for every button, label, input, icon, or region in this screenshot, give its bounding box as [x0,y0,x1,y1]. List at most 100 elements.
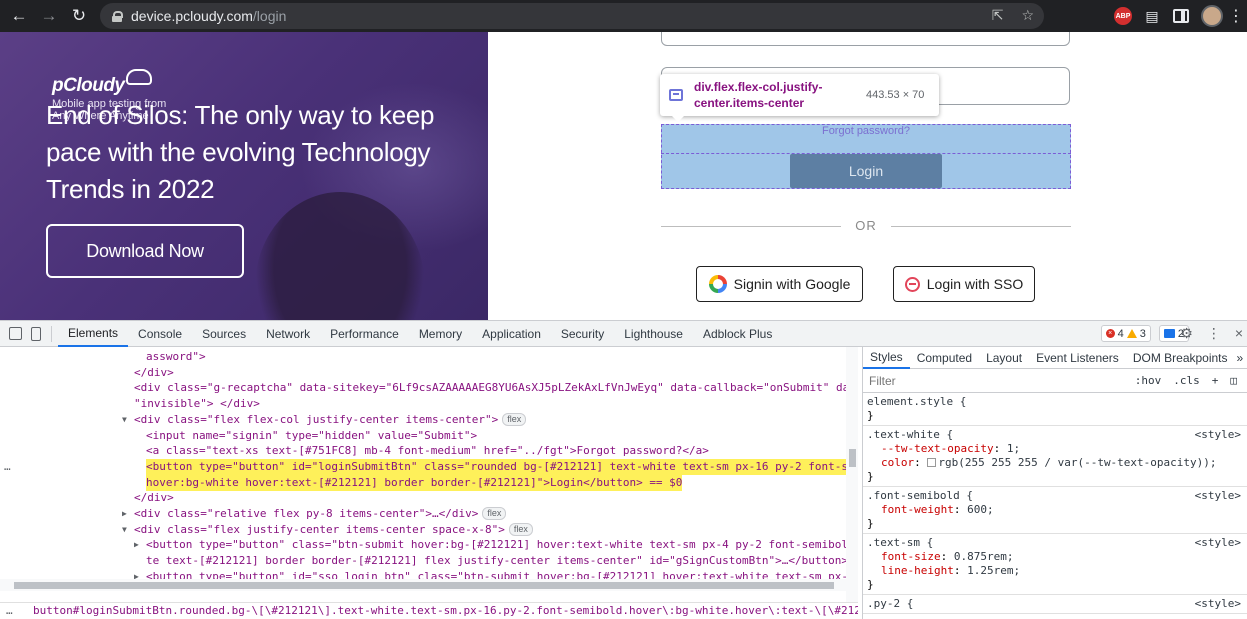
email-field[interactable] [661,32,1070,46]
star-icon[interactable]: ☆ [1021,7,1034,24]
css-property[interactable]: font-size: 0.875rem; [867,550,1243,564]
style-rule[interactable]: .text-white {<style> --tw-text-opacity: 1… [863,426,1247,487]
dom-node-line[interactable]: <button type="button" id="loginSubmitBtn… [0,458,858,475]
style-rule[interactable]: .font-semibold {<style> font-weight: 600;… [863,487,1247,534]
gear-icon[interactable]: ⚙ [1180,325,1193,342]
reload-icon[interactable]: ↻ [68,5,90,27]
property-value: 1.25rem; [967,564,1021,577]
dom-node-line[interactable]: <input name="signin" type="hidden" value… [0,428,846,444]
scrollbar-thumb[interactable] [14,582,834,589]
styles-filter-input[interactable] [869,373,1094,388]
add-rule-icon[interactable]: + [1212,374,1219,387]
styles-tab-event-listeners[interactable]: Event Listeners [1029,347,1126,369]
rule-close-brace: } [867,517,874,530]
rule-source-link[interactable]: <style> [1195,489,1241,503]
dom-node-line[interactable]: </div> [0,365,846,381]
dom-node-line[interactable]: <a class="text-xs text-[#751FC8] mb-4 fo… [0,443,846,459]
collapse-arrow-icon[interactable]: ▶ [134,537,139,553]
tab-lighthouse[interactable]: Lighthouse [614,321,693,347]
tab-network[interactable]: Network [256,321,320,347]
dom-node-line[interactable]: te text-[#212121] border border-[#212121… [0,553,858,569]
forgot-password-link[interactable]: Forgot password? [661,125,1071,137]
flex-badge[interactable]: flex [482,507,507,520]
computed-sidebar-icon[interactable]: ◫ [1230,374,1237,387]
lock-icon[interactable] [112,10,123,22]
hov-toggle[interactable]: :hov [1135,374,1162,387]
styles-tab-dom-breakpoints[interactable]: DOM Breakpoints [1126,347,1235,369]
tab-elements[interactable]: Elements [58,321,129,347]
tab-security[interactable]: Security [551,321,614,347]
dom-node-line[interactable]: ▼ <div class="flex flex-col justify-cente… [0,412,846,428]
dom-node-line[interactable]: ▼ <div class="flex justify-center items-c… [0,522,846,538]
elements-horizontal-scrollbar[interactable] [0,579,858,591]
dom-node-text: <div class="g-recaptcha" data-sitekey="6… [134,381,858,395]
login-button[interactable]: Login [790,154,942,188]
devtools-tabbar: Elements Console Sources Network Performance… [0,321,1247,347]
css-property[interactable]: font-weight: 600; [867,503,1243,517]
dom-node-line[interactable]: </div> [0,490,846,506]
dom-node-line[interactable]: "invisible"> </div> [0,396,846,412]
breadcrumb-more[interactable]: … [6,603,13,618]
dom-breadcrumb[interactable]: … button#loginSubmitBtn.rounded.bg-\[\#21… [0,602,858,618]
dom-node-line[interactable]: ▶ <div class="relative flex py-8 items-ce… [0,506,846,522]
expand-arrow-icon[interactable]: ▼ [122,412,127,428]
address-bar[interactable]: device.pcloudy.com/login ⇱ ☆ [100,3,1044,29]
more-tabs-icon[interactable]: » [1237,351,1244,365]
style-rule[interactable]: .py-2 {<style> [863,595,1247,614]
pcloudy-logo[interactable]: pCloudy [52,69,152,97]
css-property[interactable]: color: rgb(255 255 255 / var(--tw-text-o… [867,456,1243,470]
rule-selector: element.style { [867,395,967,408]
errors-warnings-badge[interactable]: × 4 3 [1100,325,1151,342]
profile-avatar[interactable] [1201,5,1223,27]
rule-source-link[interactable]: <style> [1195,536,1241,550]
adblock-plus-icon[interactable]: ABP [1114,7,1132,25]
tab-application[interactable]: Application [472,321,551,347]
signin-with-google-button[interactable]: Signin with Google [696,266,863,302]
or-divider: OR [661,218,1071,234]
color-swatch[interactable] [927,458,937,467]
css-property[interactable]: line-height: 1.25rem; [867,564,1243,578]
tooltip-selector: div.flex.flex-col.justify-center.items-c… [694,80,823,110]
back-arrow-icon[interactable]: ← [8,5,30,27]
dom-node-line[interactable]: hover:bg-white hover:text-[#212121] bord… [0,474,846,491]
rule-source-link[interactable]: <style> [1195,597,1241,611]
tab-sources[interactable]: Sources [192,321,256,347]
puzzle-icon[interactable]: ▤ [1143,6,1161,26]
style-rule[interactable]: element.style {} [863,393,1247,426]
styles-tab-layout[interactable]: Layout [979,347,1029,369]
rule-close-brace: } [867,470,874,483]
dom-node-line[interactable]: ▶ <button type="button" class="btn-submit… [0,537,855,553]
tab-adblock-plus[interactable]: Adblock Plus [693,321,782,347]
styles-tab-styles[interactable]: Styles [863,347,910,369]
side-panel-icon[interactable] [1173,9,1189,23]
dom-node-line[interactable]: assword"> [0,349,846,365]
close-icon[interactable]: × [1235,325,1243,342]
forward-arrow-icon[interactable]: → [38,5,60,27]
download-now-button[interactable]: Download Now [46,224,244,278]
kebab-menu-icon[interactable]: ⋮ [1228,6,1244,26]
collapse-arrow-icon[interactable]: ▶ [122,506,127,522]
flex-badge[interactable]: flex [508,522,533,536]
style-rule[interactable]: .text-sm {<style> font-size: 0.875rem; lin… [863,534,1247,595]
node-more-icon[interactable]: … [4,459,11,475]
cls-toggle[interactable]: .cls [1173,374,1200,387]
expand-arrow-icon[interactable]: ▼ [122,522,127,538]
css-property[interactable]: --tw-text-opacity: 1; [867,442,1243,456]
tab-memory[interactable]: Memory [409,321,472,347]
tab-performance[interactable]: Performance [320,321,409,347]
styles-tab-computed[interactable]: Computed [910,347,979,369]
kebab-menu-icon[interactable]: ⋮ [1207,325,1221,342]
scrollbar-thumb[interactable] [849,449,856,467]
login-with-sso-button[interactable]: Login with SSO [893,266,1035,302]
property-name: color [881,456,915,469]
dom-node-line[interactable]: <div class="g-recaptcha" data-sitekey="6… [0,380,858,396]
elements-vertical-scrollbar[interactable] [846,347,858,603]
device-toolbar-icon[interactable] [31,326,41,341]
flex-badge[interactable]: flex [502,412,527,426]
issue-badges: × 4 3 2 [1100,325,1189,342]
rule-close-brace: } [867,409,874,422]
share-icon[interactable]: ⇱ [992,7,1004,24]
tab-console[interactable]: Console [128,321,192,347]
inspect-element-icon[interactable] [9,327,22,340]
rule-source-link[interactable]: <style> [1195,428,1241,442]
